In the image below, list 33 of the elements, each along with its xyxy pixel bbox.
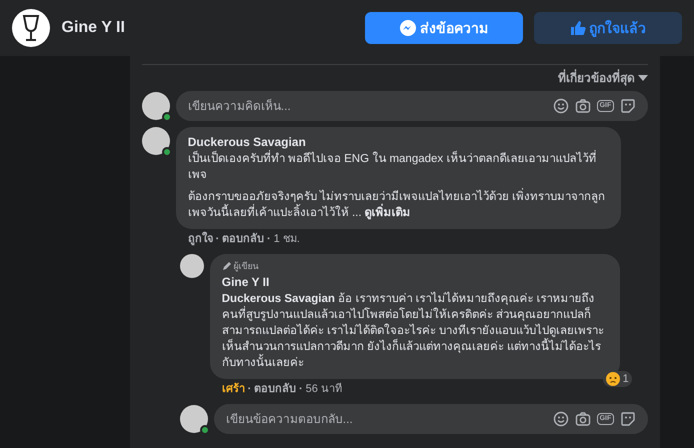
comment-field[interactable]: เขียนข้อความตอบกลับ... xyxy=(226,410,548,428)
emoji-icon[interactable] xyxy=(553,98,570,114)
comment-text: Duckerous Savagian อ้อ เราทราบค่า เราไม่ได้หมายถึงคุณค่ะ เราหมายถึงคนที่สูบรูปงานแปลแล้วเอาไปโพสต่อโดยไม่ให้เครดิตค่ะ ส่วนคุณอยากแปลก็สามารถแปลต่อได้ค่ะ เราไม่ได้ติดใจอะไรค่ะ บางทีเรายังแอบแว้บไปดูเลยเพราะเห็นสำนวนการแปลกาวดีมาก ยังไงก็แล้วแต่ทางคุณเลยค่ะ แต่ทางนี้ไม่ได้อะไรกับทางนั้นเลยค่ะ xyxy=(222,291,606,371)
comment-author[interactable]: Gine Y II xyxy=(222,273,608,291)
author-label: ผู้เขียน xyxy=(234,260,259,273)
comment-field[interactable]: เขียนความคิดเห็น... xyxy=(188,97,548,115)
caret-down-icon xyxy=(638,75,648,81)
camera-icon[interactable] xyxy=(574,98,591,114)
comment-time: 1 ชม. xyxy=(274,232,300,247)
messenger-icon xyxy=(399,19,418,37)
sticker-icon[interactable] xyxy=(620,410,636,426)
sticker-icon[interactable] xyxy=(620,98,636,114)
separator-dot: · xyxy=(248,382,252,397)
emoji-icon[interactable] xyxy=(553,410,570,426)
comment-text: เป็นเป็ดเองครับที่ทำ พอดีไปเจอ ENG ใน mangadex เห็นว่าตลกดีเลยเอามาแปลไว้ที่เพจ xyxy=(188,151,609,183)
separator-dot: · xyxy=(299,382,303,397)
comment-time: 56 นาที xyxy=(306,382,342,397)
separator-dot: · xyxy=(267,232,271,247)
separator-dot: · xyxy=(216,232,220,247)
sad-face-icon xyxy=(606,372,620,386)
page-name: Gine Y II xyxy=(62,18,125,38)
thumbs-up-icon xyxy=(570,20,586,36)
reaction-link[interactable]: ถูกใจ xyxy=(188,231,213,248)
reaction-link[interactable]: เศร้า xyxy=(222,381,245,398)
reply-link[interactable]: ตอบกลับ xyxy=(254,381,296,398)
sort-menu[interactable]: ที่เกี่ยวข้องที่สุด xyxy=(558,65,648,91)
comment-text: ต้องกราบขออภัยจริงๆครับ ไม่ทราบเลยว่ามีเพจแปลไทยเอาไว้ด้วย เพิ่งทราบมาจากลูกเพจวันนี้เลยที่เค้าแปะลิ้งเอาไว้ให้ ... ดูเพิ่มเติม xyxy=(188,189,609,221)
camera-icon[interactable] xyxy=(574,410,591,426)
reply-link[interactable]: ตอบกลับ xyxy=(222,231,264,248)
comment-author[interactable]: Duckerous Savagian xyxy=(188,133,609,151)
reaction-count: 1 xyxy=(622,372,629,386)
wine-glass-icon xyxy=(21,14,41,42)
pencil-icon xyxy=(222,262,231,271)
